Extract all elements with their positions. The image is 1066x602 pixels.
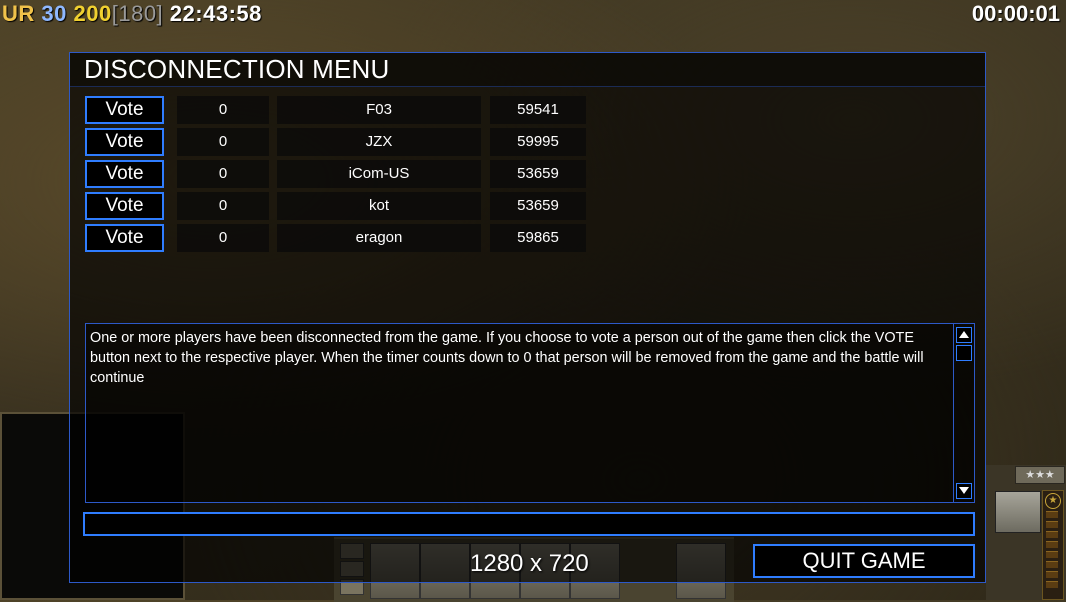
vote-count: 0: [177, 128, 269, 156]
message-scrollbar[interactable]: [953, 324, 974, 502]
player-name: kot: [277, 192, 481, 220]
vote-button[interactable]: Vote: [85, 128, 164, 156]
general-star-icon[interactable]: ★: [1045, 493, 1061, 509]
vote-button[interactable]: Vote: [85, 192, 164, 220]
rank-badge: ★★★: [1015, 466, 1065, 484]
message-text: One or more players have been disconnect…: [90, 330, 924, 386]
player-row: Vote 0 kot 53659: [85, 192, 605, 222]
player-row: Vote 0 F03 59541: [85, 96, 605, 126]
menu-title: DISCONNECTION MENU: [84, 54, 390, 84]
player-name: F03: [277, 96, 481, 124]
disconnection-menu: DISCONNECTION MENU Vote 0 F03 59541 Vote…: [69, 52, 986, 583]
player-ping: 53659: [490, 160, 586, 188]
vote-count: 0: [177, 224, 269, 252]
vote-button[interactable]: Vote: [85, 160, 164, 188]
player-row: Vote 0 JZX 59995: [85, 128, 605, 158]
hud-clock: 22:43:58: [169, 1, 262, 26]
vote-button[interactable]: Vote: [85, 224, 164, 252]
scroll-down-icon[interactable]: [956, 483, 972, 499]
hud-value-a: 30: [41, 1, 67, 26]
player-name: JZX: [277, 128, 481, 156]
hud-resources: UR 30 200[180] 22:43:58: [2, 1, 262, 27]
vote-count: 0: [177, 192, 269, 220]
unit-portrait[interactable]: [995, 491, 1041, 533]
hud-value-b: 200: [73, 1, 112, 26]
game-timer: 00:00:01: [971, 1, 1060, 26]
player-ping: 59541: [490, 96, 586, 124]
player-row: Vote 0 iCom-US 53659: [85, 160, 605, 190]
message-box[interactable]: One or more players have been disconnect…: [85, 323, 975, 503]
menu-header: DISCONNECTION MENU: [70, 53, 985, 87]
scroll-up-icon[interactable]: [956, 327, 972, 343]
player-name: iCom-US: [277, 160, 481, 188]
hud-ur-label: UR: [2, 1, 35, 26]
hud-value-c: [180]: [111, 1, 164, 26]
vote-count: 0: [177, 96, 269, 124]
chat-input[interactable]: [83, 512, 975, 536]
player-ping: 59865: [490, 224, 586, 252]
vote-count: 0: [177, 160, 269, 188]
player-row: Vote 0 eragon 59865: [85, 224, 605, 254]
player-name: eragon: [277, 224, 481, 252]
quit-game-button[interactable]: QUIT GAME: [753, 544, 975, 578]
player-ping: 53659: [490, 192, 586, 220]
vote-button[interactable]: Vote: [85, 96, 164, 124]
player-ping: 59995: [490, 128, 586, 156]
resolution-label: 1280 x 720: [470, 550, 589, 577]
scroll-thumb[interactable]: [956, 345, 972, 361]
